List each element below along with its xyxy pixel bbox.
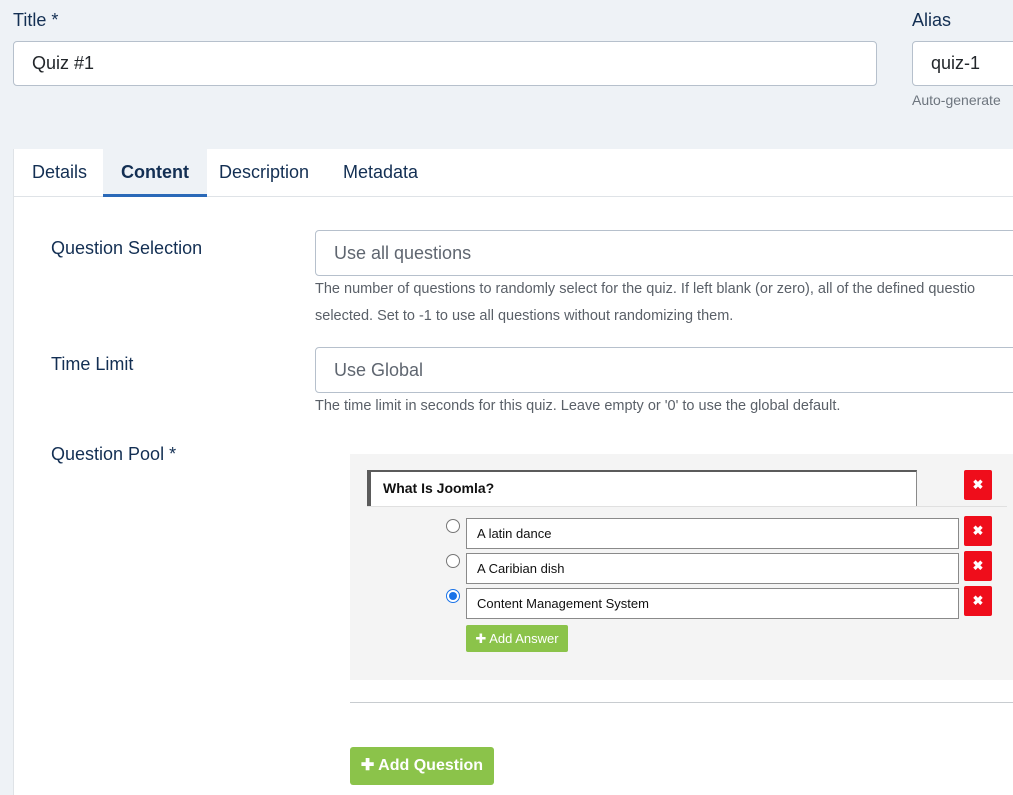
answer-1-radio[interactable] bbox=[446, 519, 460, 533]
alias-input-value: quiz-1 bbox=[931, 53, 981, 73]
answer-2-input[interactable]: A Caribian dish bbox=[466, 553, 959, 584]
answer-3-input[interactable]: Content Management System bbox=[466, 588, 959, 619]
title-label: Title * bbox=[13, 10, 59, 30]
delete-question-icon: ✖ bbox=[972, 477, 984, 492]
time-limit-placeholder: Use Global bbox=[334, 360, 424, 380]
delete-question-button[interactable]: ✖ bbox=[964, 470, 992, 500]
time-limit-label: Time Limit bbox=[51, 354, 134, 374]
question-input-value: What Is Joomla? bbox=[383, 480, 495, 496]
title-input-value: Quiz #1 bbox=[32, 53, 95, 73]
alias-input[interactable]: quiz-1 bbox=[912, 41, 1013, 86]
question-selection-label: Question Selection bbox=[51, 238, 203, 258]
delete-answer-2-button[interactable]: ✖ bbox=[964, 551, 992, 581]
delete-answer-3-button[interactable]: ✖ bbox=[964, 586, 992, 616]
content-panel: Details Content Description Metadata Que… bbox=[13, 149, 1013, 795]
time-limit-input[interactable]: Use Global bbox=[315, 347, 1013, 393]
question-selection-input[interactable]: Use all questions bbox=[315, 230, 1013, 276]
question-input[interactable]: What Is Joomla? bbox=[367, 470, 917, 507]
question-pool-label: Question Pool * bbox=[51, 444, 177, 464]
tab-content[interactable]: Content bbox=[103, 149, 207, 197]
tab-details[interactable]: Details bbox=[14, 149, 105, 196]
add-question-button[interactable]: ✚ Add Question bbox=[350, 747, 494, 785]
answer-1-input[interactable]: A latin dance bbox=[466, 518, 959, 549]
question-divider bbox=[367, 506, 1007, 507]
time-limit-help: The time limit in seconds for this quiz.… bbox=[315, 398, 841, 414]
alias-help-text: Auto-generate bbox=[912, 92, 1001, 108]
alias-label: Alias bbox=[912, 10, 952, 30]
tab-description[interactable]: Description bbox=[201, 149, 327, 196]
delete-answer-1-icon: ✖ bbox=[972, 523, 984, 538]
question-selection-help: The number of questions to randomly sele… bbox=[315, 276, 1013, 330]
answer-3-radio[interactable] bbox=[446, 589, 460, 603]
question-selection-help-line2: selected. Set to -1 to use all questions… bbox=[315, 308, 734, 324]
answer-2-radio[interactable] bbox=[446, 554, 460, 568]
pool-divider bbox=[350, 702, 1013, 703]
tab-metadata[interactable]: Metadata bbox=[325, 149, 436, 196]
delete-answer-3-icon: ✖ bbox=[972, 593, 984, 608]
question-pool-box: What Is Joomla? ✖ A latin dance ✖ A Cari… bbox=[350, 454, 1013, 680]
tab-bar: Details Content Description Metadata bbox=[14, 149, 1013, 197]
question-selection-placeholder: Use all questions bbox=[334, 243, 472, 263]
title-input[interactable]: Quiz #1 bbox=[13, 41, 877, 86]
delete-answer-2-icon: ✖ bbox=[972, 558, 984, 573]
add-answer-button[interactable]: ✚ Add Answer bbox=[466, 625, 568, 652]
question-selection-help-line1: The number of questions to randomly sele… bbox=[315, 281, 976, 297]
delete-answer-1-button[interactable]: ✖ bbox=[964, 516, 992, 546]
